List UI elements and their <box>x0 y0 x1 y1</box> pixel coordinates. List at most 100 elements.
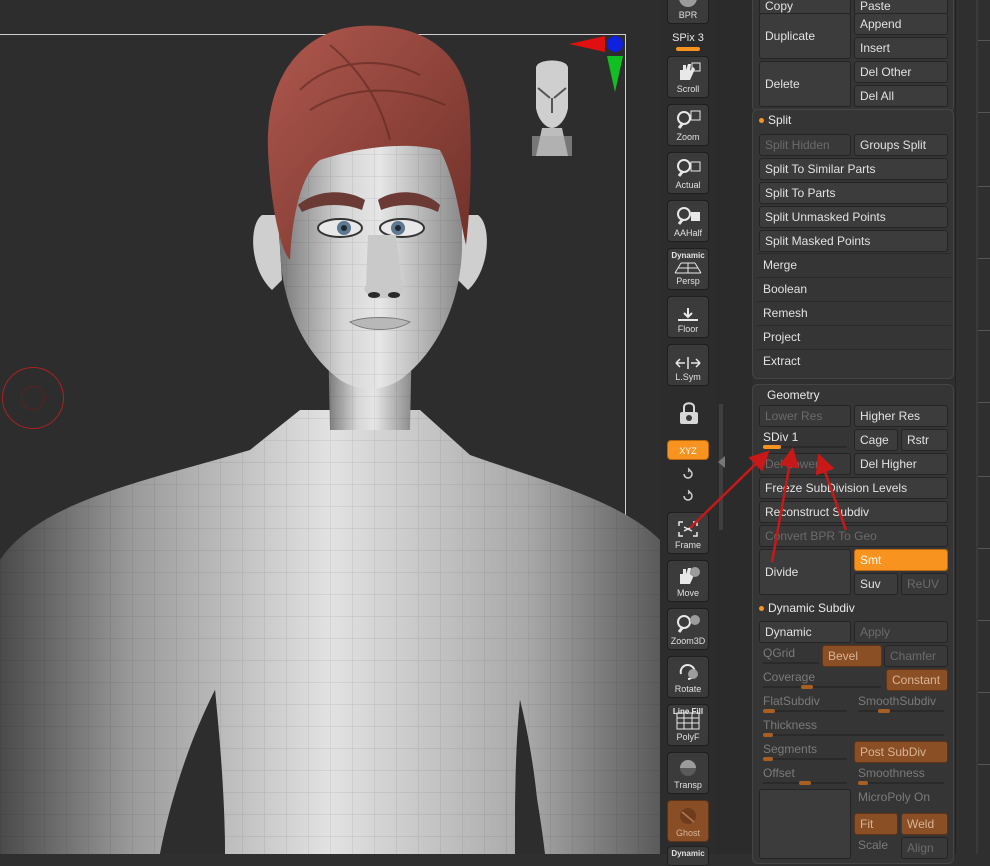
geometry-title[interactable]: Geometry <box>767 388 820 402</box>
right-dock-scrollbar[interactable] <box>976 0 978 854</box>
thickness-knob[interactable] <box>763 733 773 737</box>
del-all-button[interactable]: Del All <box>854 85 948 107</box>
canvas-viewport[interactable] <box>0 0 660 854</box>
rstr-button[interactable]: Rstr <box>901 429 948 451</box>
zoom-button[interactable]: Zoom <box>667 104 709 146</box>
split-to-parts-button[interactable]: Split To Parts <box>759 182 948 204</box>
offset-label: Offset <box>763 766 795 780</box>
frame-button[interactable]: Frame <box>667 512 709 554</box>
polyf-button[interactable]: Line Fill PolyF <box>667 704 709 746</box>
duplicate-button[interactable]: Duplicate <box>759 13 851 59</box>
dynamic-subdiv-title: Dynamic Subdiv <box>768 601 855 615</box>
brush-cursor <box>2 367 64 429</box>
actual-button[interactable]: Actual <box>667 152 709 194</box>
convert-bpr-button[interactable]: Convert BPR To Geo <box>759 525 948 547</box>
rotate-button[interactable]: Rotate <box>667 656 709 698</box>
scale-slider[interactable]: Scale <box>854 837 898 859</box>
move-button[interactable]: Move <box>667 560 709 602</box>
smt-toggle[interactable]: Smt <box>854 549 948 571</box>
offset-knob[interactable] <box>799 781 811 785</box>
segments-knob[interactable] <box>763 757 773 761</box>
lsym-button[interactable]: L.Sym <box>667 344 709 386</box>
boolean-section[interactable]: Boolean <box>763 278 807 300</box>
segments-slider[interactable]: Segments <box>759 741 851 763</box>
xyz-button[interactable]: XYZ <box>667 440 709 460</box>
dock-tick <box>978 402 990 403</box>
reconstruct-subdiv-button[interactable]: Reconstruct Subdiv <box>759 501 948 523</box>
coverage-knob[interactable] <box>801 685 813 689</box>
dynamic-subdiv-header[interactable]: Dynamic Subdiv <box>759 601 855 615</box>
micropoly-preview-slot[interactable] <box>759 789 851 859</box>
offset-slider[interactable]: Offset <box>759 765 851 787</box>
align-toggle[interactable]: Align <box>901 837 948 859</box>
collapse-arrow-icon[interactable] <box>718 456 725 468</box>
freeze-subdivision-button[interactable]: Freeze SubDivision Levels <box>759 477 948 499</box>
delete-button[interactable]: Delete <box>759 61 851 107</box>
dynamic-toggle[interactable]: Dynamic <box>759 621 851 643</box>
move-label: Move <box>676 588 699 598</box>
frame-icon <box>678 521 698 537</box>
floor-button[interactable]: Floor <box>667 296 709 338</box>
navigation-head-icon[interactable] <box>528 58 576 158</box>
project-section[interactable]: Project <box>763 326 800 348</box>
rotate-y-icon[interactable] <box>680 466 696 482</box>
scroll-button[interactable]: Scroll <box>667 56 709 98</box>
flatsubdiv-slider[interactable]: FlatSubdiv <box>759 693 851 715</box>
smoothness-knob[interactable] <box>858 781 868 785</box>
spix-slider-knob[interactable] <box>676 47 700 51</box>
actual-label: Actual <box>675 180 701 190</box>
split-unmasked-button[interactable]: Split Unmasked Points <box>759 206 948 228</box>
dock-tick <box>978 548 990 549</box>
extract-section[interactable]: Extract <box>763 350 800 372</box>
bpr-button[interactable]: BPR <box>667 0 709 24</box>
constant-toggle[interactable]: Constant <box>886 669 948 691</box>
flatsubdiv-knob[interactable] <box>763 709 775 713</box>
smoothness-slider[interactable]: Smoothness <box>854 765 948 787</box>
merge-section[interactable]: Merge <box>763 254 797 276</box>
reuv-button[interactable]: ReUV <box>901 573 948 595</box>
persp-dynamic-label: Dynamic <box>671 251 705 260</box>
transp-button[interactable]: Transp <box>667 752 709 794</box>
fit-toggle[interactable]: Fit <box>854 813 898 835</box>
dynamic-button-bottom[interactable]: Dynamic <box>667 846 709 866</box>
smoothsubdiv-knob[interactable] <box>878 709 890 713</box>
aahalf-button[interactable]: AAHalf <box>667 200 709 242</box>
suv-toggle[interactable]: Suv <box>854 573 898 595</box>
zoom3d-button[interactable]: Zoom3D <box>667 608 709 650</box>
sdiv-slider[interactable]: SDiv 1 <box>759 429 851 451</box>
rotate-z-icon[interactable] <box>680 488 696 504</box>
split-masked-button[interactable]: Split Masked Points <box>759 230 948 252</box>
remesh-section[interactable]: Remesh <box>763 302 808 324</box>
append-button[interactable]: Append <box>854 13 948 35</box>
post-subdiv-toggle[interactable]: Post SubDiv <box>854 741 948 763</box>
coverage-slider[interactable]: Coverage <box>759 669 885 691</box>
del-higher-button[interactable]: Del Higher <box>854 453 948 475</box>
qgrid-slider[interactable]: QGrid <box>759 645 821 667</box>
local-button[interactable] <box>667 392 709 434</box>
spix-slider-label[interactable]: SPix 3 <box>666 32 710 44</box>
higher-res-button[interactable]: Higher Res <box>854 405 948 427</box>
groups-split-button[interactable]: Groups Split <box>854 134 948 156</box>
smoothsubdiv-slider[interactable]: SmoothSubdiv <box>854 693 948 715</box>
micropoly-slider[interactable]: MicroPoly On <box>854 789 948 811</box>
weld-toggle[interactable]: Weld <box>901 813 948 835</box>
ghost-button[interactable]: Ghost <box>667 800 709 842</box>
split-subpalette: Split Split Hidden Groups Split Split To… <box>752 109 954 379</box>
chamfer-toggle[interactable]: Chamfer <box>884 645 948 667</box>
persp-button[interactable]: Dynamic Persp <box>667 248 709 290</box>
del-lower-button[interactable]: Del Lower <box>759 453 851 475</box>
divide-button[interactable]: Divide <box>759 549 851 595</box>
del-other-button[interactable]: Del Other <box>854 61 948 83</box>
apply-button[interactable]: Apply <box>854 621 948 643</box>
symmetry-icon <box>675 357 701 369</box>
split-header[interactable]: Split <box>759 113 791 127</box>
lower-res-button[interactable]: Lower Res <box>759 405 851 427</box>
right-dock-edge <box>955 0 990 854</box>
bevel-toggle[interactable]: Bevel <box>822 645 882 667</box>
insert-button[interactable]: Insert <box>854 37 948 59</box>
cage-button[interactable]: Cage <box>854 429 898 451</box>
sdiv-knob[interactable] <box>763 445 781 449</box>
thickness-slider[interactable]: Thickness <box>759 717 948 739</box>
split-hidden-button[interactable]: Split Hidden <box>759 134 851 156</box>
split-similar-parts-button[interactable]: Split To Similar Parts <box>759 158 948 180</box>
